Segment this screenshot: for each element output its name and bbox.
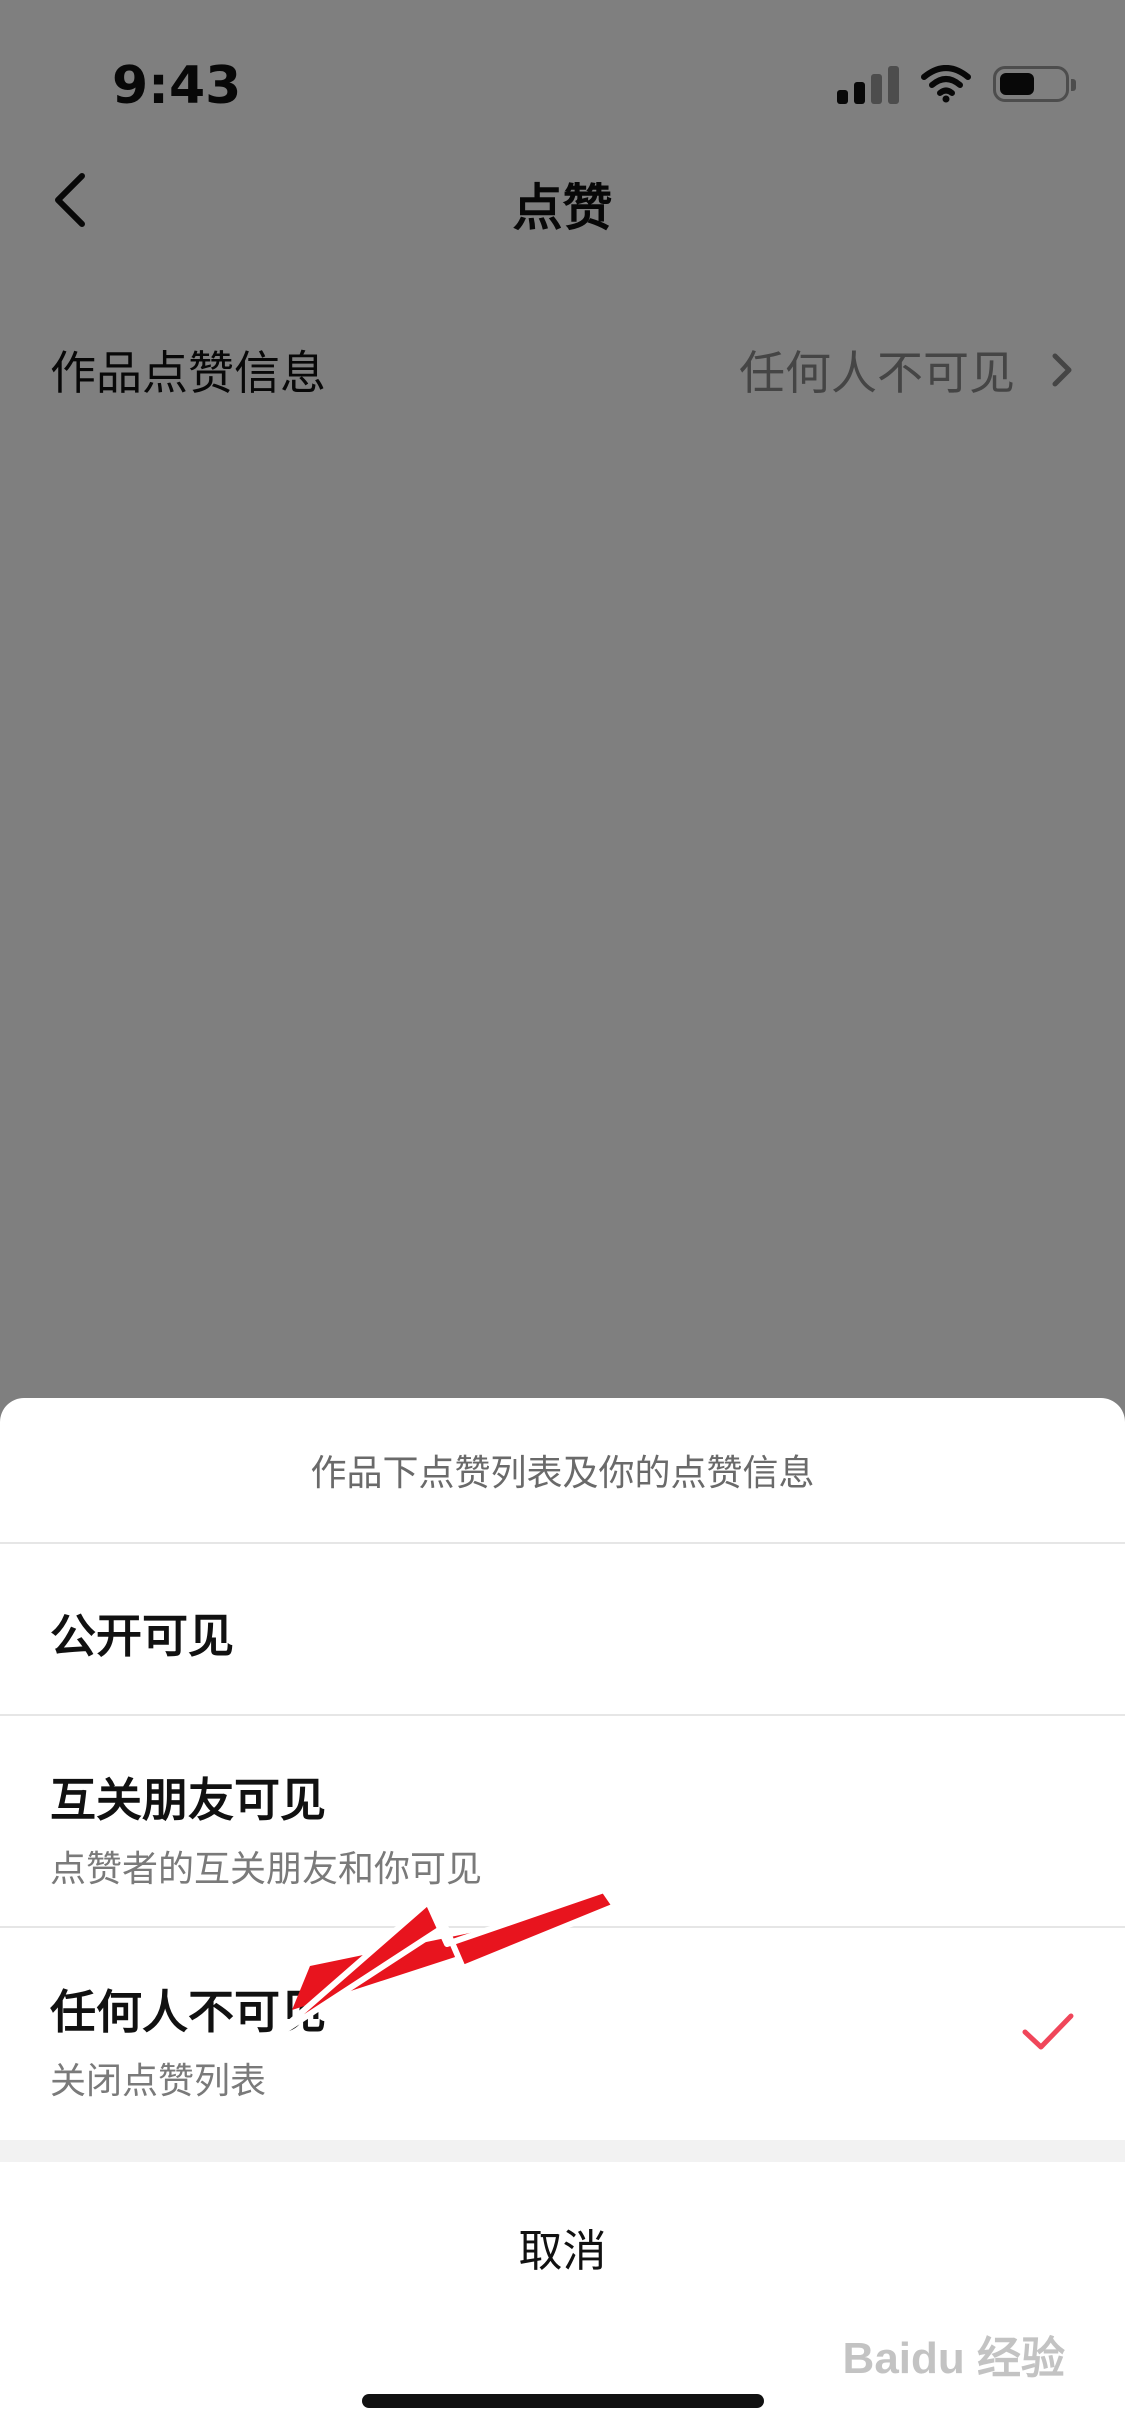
option-public[interactable]: 公开可见 xyxy=(0,1544,1125,1716)
option-nobody[interactable]: 任何人不可见 关闭点赞列表 xyxy=(0,1928,1125,2140)
option-mutual-friends[interactable]: 互关朋友可见 点赞者的互关朋友和你可见 xyxy=(0,1716,1125,1928)
option-title: 互关朋友可见 xyxy=(50,1773,326,1827)
cancel-button[interactable]: 取消 xyxy=(0,2162,1125,2332)
watermark: Baidu 经验 xyxy=(842,2334,1065,2383)
sheet-separator xyxy=(0,2140,1125,2162)
option-title: 任何人不可见 xyxy=(50,1985,326,2039)
option-subtitle: 关闭点赞列表 xyxy=(50,2061,267,2102)
option-subtitle: 点赞者的互关朋友和你可见 xyxy=(50,1849,483,1890)
checkmark-icon xyxy=(1022,2013,1074,2050)
sheet-header: 作品下点赞列表及你的点赞信息 xyxy=(0,1398,1125,1544)
home-indicator xyxy=(362,2394,764,2408)
option-title: 公开可见 xyxy=(50,1609,234,1663)
visibility-action-sheet: 作品下点赞列表及你的点赞信息 公开可见 互关朋友可见 点赞者的互关朋友和你可见 … xyxy=(0,1398,1125,2436)
